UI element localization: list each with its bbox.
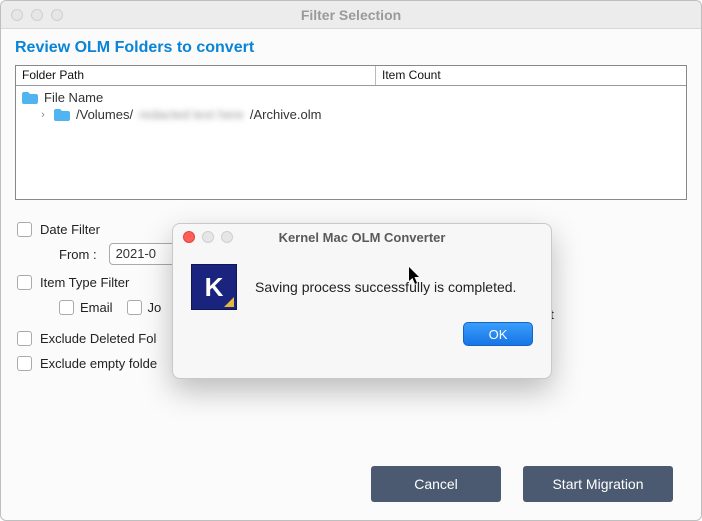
- from-label: From :: [59, 247, 97, 262]
- app-icon: K: [191, 264, 237, 310]
- folder-child-row[interactable]: › /Volumes/ redacted text here /Archive.…: [20, 106, 682, 123]
- chevron-right-icon[interactable]: ›: [38, 109, 48, 121]
- folder-icon: [22, 92, 38, 104]
- dialog-traffic-lights: [183, 231, 233, 243]
- app-icon-letter: K: [205, 272, 224, 303]
- path-redacted: redacted text here: [139, 107, 244, 122]
- titlebar: Filter Selection: [1, 1, 701, 29]
- page-heading: Review OLM Folders to convert: [15, 39, 687, 57]
- start-migration-button[interactable]: Start Migration: [523, 466, 673, 502]
- dialog-titlebar: Kernel Mac OLM Converter: [173, 224, 551, 250]
- exclude-deleted-checkbox[interactable]: [17, 331, 32, 346]
- footer-buttons: Cancel Start Migration: [1, 466, 701, 502]
- folder-root-row[interactable]: File Name: [20, 89, 682, 106]
- folder-icon: [54, 109, 70, 121]
- close-icon[interactable]: [11, 9, 23, 21]
- journal-checkbox[interactable]: [127, 300, 142, 315]
- dialog-footer: OK: [173, 316, 551, 360]
- col-folder-path[interactable]: Folder Path: [16, 66, 376, 85]
- minimize-icon[interactable]: [31, 9, 43, 21]
- maximize-icon[interactable]: [51, 9, 63, 21]
- cancel-button[interactable]: Cancel: [371, 466, 501, 502]
- traffic-lights: [11, 9, 63, 21]
- dialog-message: Saving process successfully is completed…: [255, 279, 516, 295]
- exclude-deleted-label: Exclude Deleted Fol: [40, 331, 156, 346]
- filter-selection-window: Filter Selection Review OLM Folders to c…: [0, 0, 702, 521]
- folder-table-body: File Name › /Volumes/ redacted text here…: [16, 86, 686, 126]
- type-journal: Jo: [127, 300, 162, 315]
- dialog-body: K Saving process successfully is complet…: [173, 250, 551, 316]
- item-type-checkbox[interactable]: [17, 275, 32, 290]
- date-filter-label: Date Filter: [40, 222, 100, 237]
- item-type-label: Item Type Filter: [40, 275, 129, 290]
- confirmation-dialog: Kernel Mac OLM Converter K Saving proces…: [172, 223, 552, 379]
- journal-label-fragment: Jo: [148, 300, 162, 315]
- close-icon[interactable]: [183, 231, 195, 243]
- email-label: Email: [80, 300, 113, 315]
- exclude-empty-checkbox[interactable]: [17, 356, 32, 371]
- path-suffix: /Archive.olm: [250, 107, 322, 122]
- date-filter-checkbox[interactable]: [17, 222, 32, 237]
- col-item-count[interactable]: Item Count: [376, 66, 686, 85]
- exclude-empty-label: Exclude empty folde: [40, 356, 157, 371]
- path-prefix: /Volumes/: [76, 107, 133, 122]
- minimize-icon: [202, 231, 214, 243]
- folder-table-header: Folder Path Item Count: [16, 66, 686, 86]
- email-checkbox[interactable]: [59, 300, 74, 315]
- type-email: Email: [59, 300, 113, 315]
- folder-table: Folder Path Item Count File Name › /Volu…: [15, 65, 687, 200]
- folder-root-label: File Name: [44, 90, 103, 105]
- maximize-icon: [221, 231, 233, 243]
- window-title: Filter Selection: [1, 7, 701, 23]
- ok-button[interactable]: OK: [463, 322, 533, 346]
